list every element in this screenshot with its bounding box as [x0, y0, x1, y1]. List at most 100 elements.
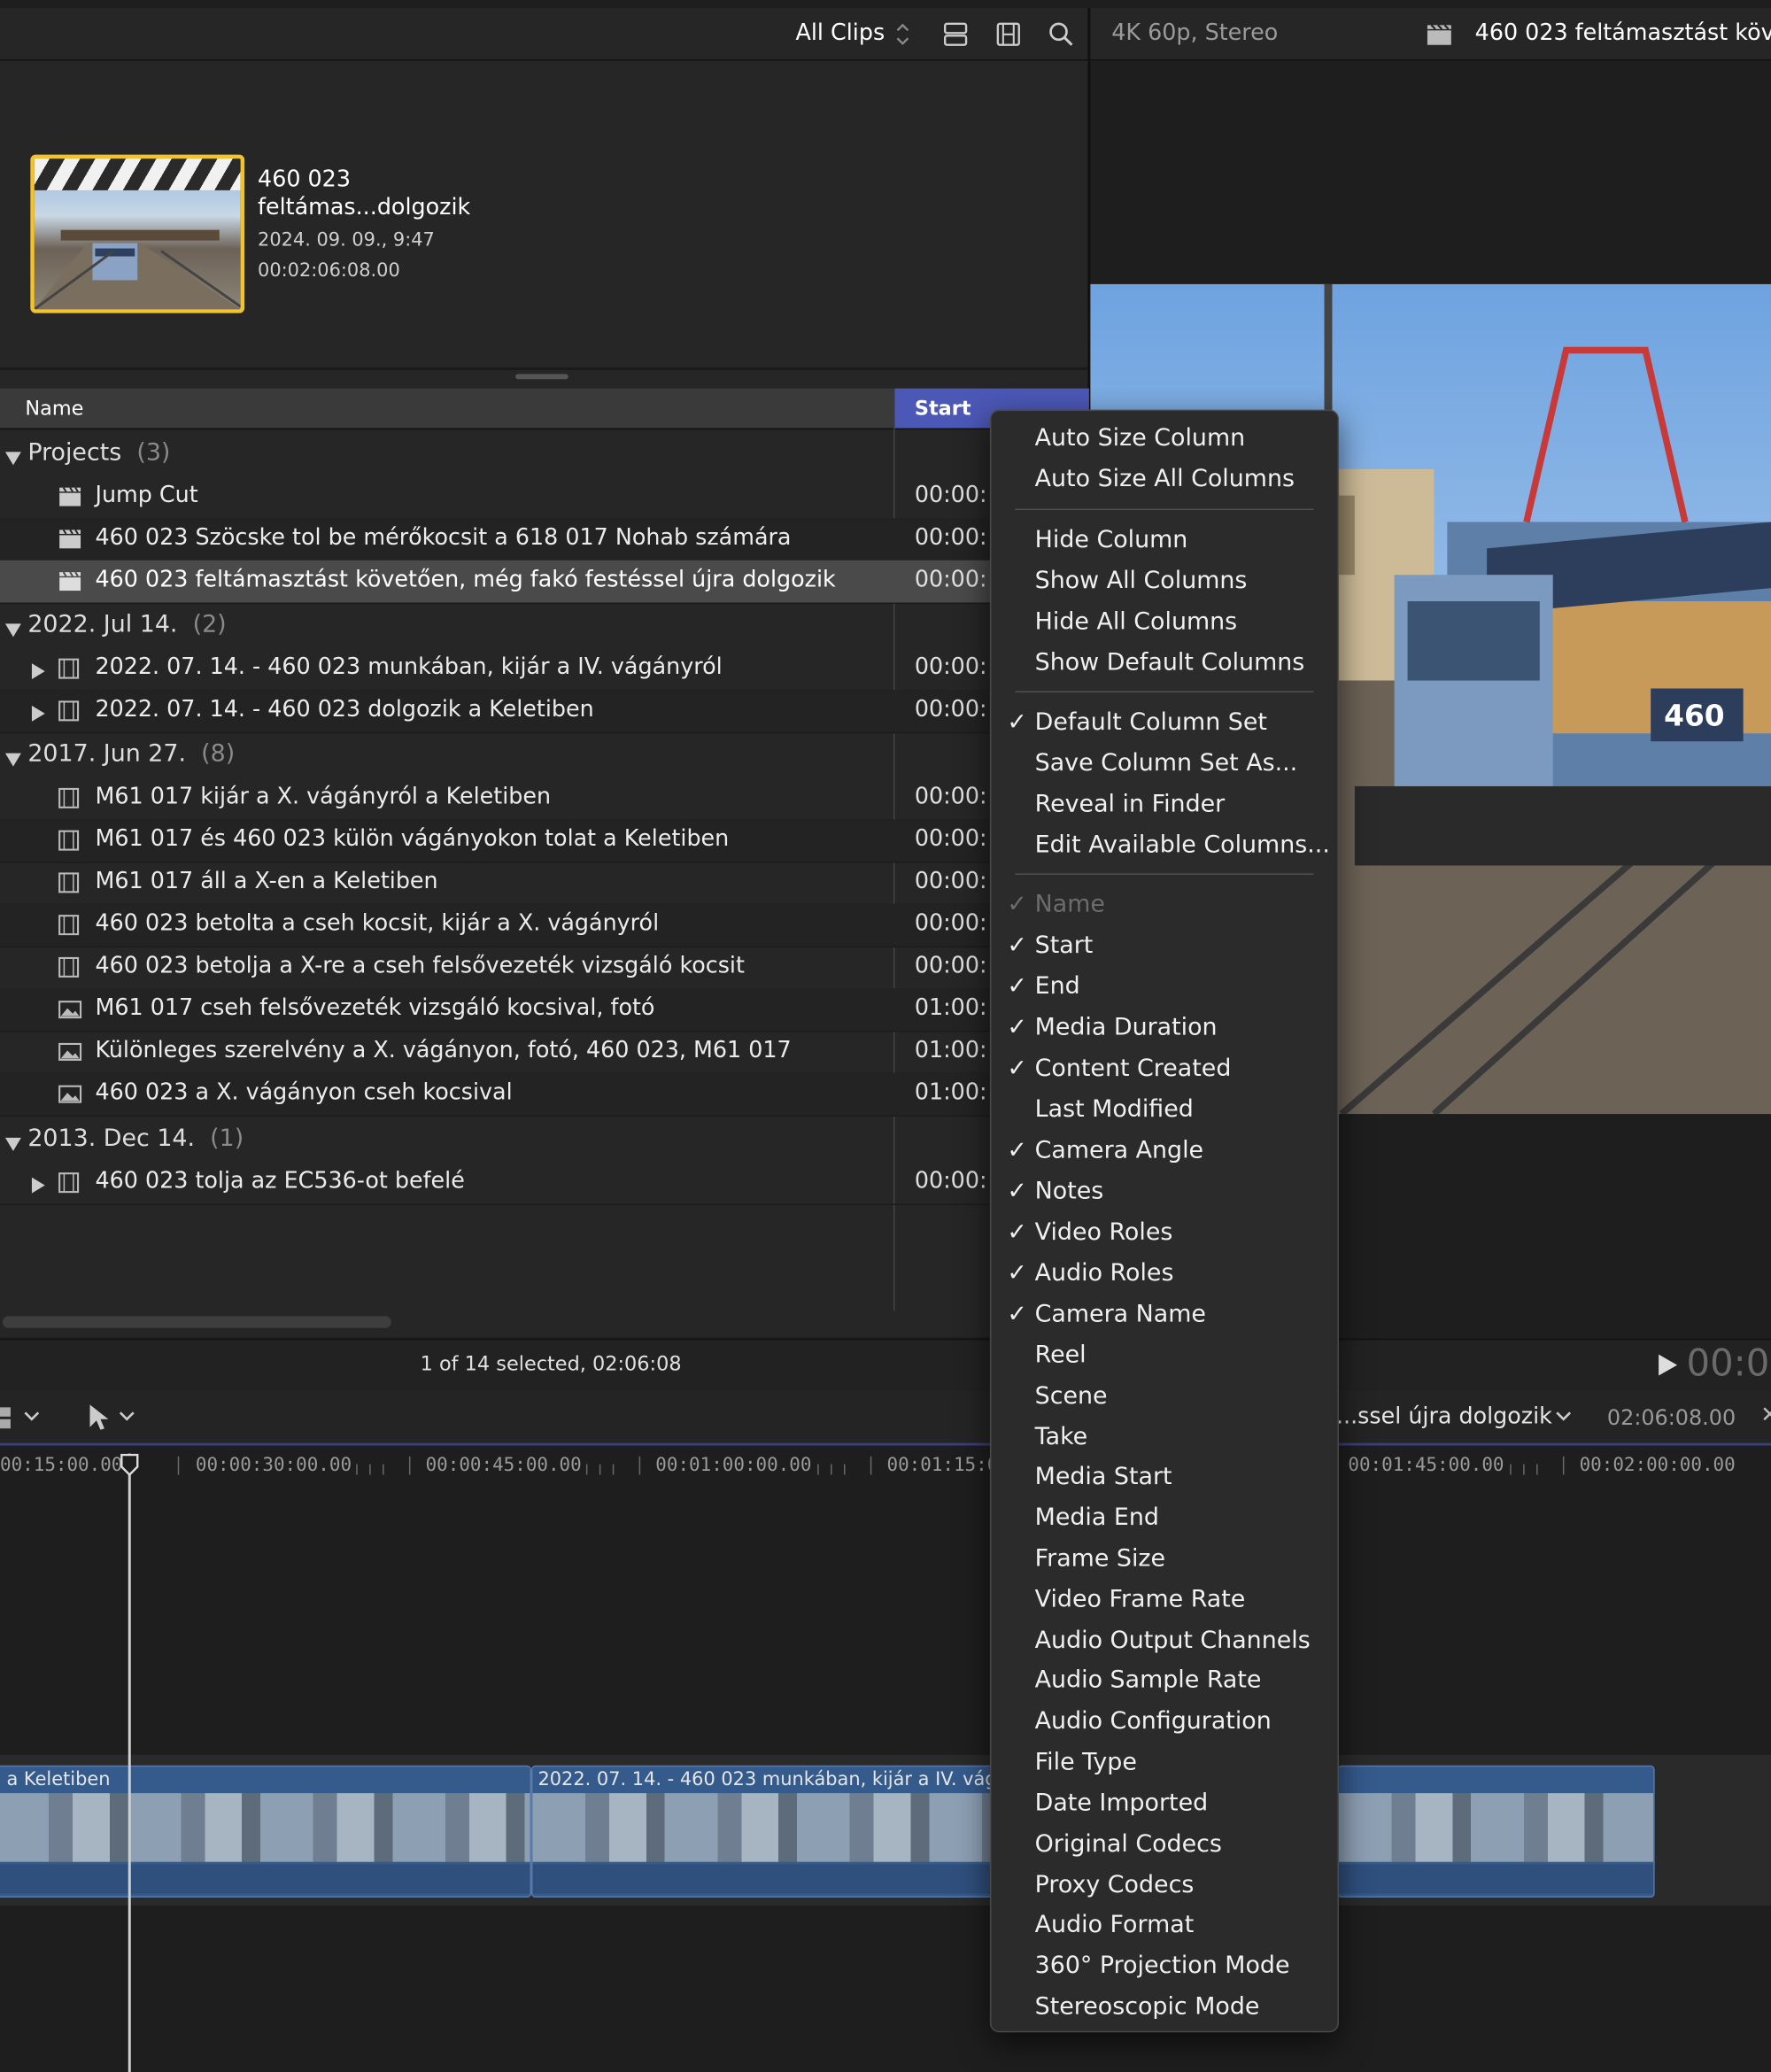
film-icon: [58, 658, 80, 684]
resize-handle[interactable]: [515, 374, 568, 380]
group-2013-dec-14[interactable]: 2013. Dec 14. (1): [0, 1118, 1089, 1161]
menu-item-auto-size-all-columns[interactable]: Auto Size All Columns: [991, 460, 1337, 499]
menu-item-audio-format[interactable]: Audio Format: [991, 1906, 1337, 1945]
list-header: Name Start: [0, 388, 1089, 430]
list-view-icon[interactable]: [942, 21, 969, 48]
disclosure-triangle-right-icon[interactable]: [31, 660, 45, 684]
menu-item-camera-angle[interactable]: ✓ Camera Angle: [991, 1131, 1337, 1171]
group-2017-jun-27[interactable]: 2017. Jun 27. (8): [0, 733, 1089, 776]
list-item-selected[interactable]: 460 023 feltámasztást követően, még fakó…: [0, 560, 1089, 605]
menu-item-video-frame-rate[interactable]: Video Frame Rate: [991, 1581, 1337, 1620]
menu-item-default-column-set[interactable]: ✓ Default Column Set: [991, 703, 1337, 743]
list-item[interactable]: M61 017 és 460 023 külön vágányokon tola…: [0, 819, 1089, 863]
menu-item-camera-name[interactable]: ✓ Camera Name: [991, 1295, 1337, 1335]
menu-item-media-duration[interactable]: ✓ Media Duration: [991, 1009, 1337, 1048]
menu-item-original-codecs[interactable]: Original Codecs: [991, 1825, 1337, 1865]
arrow-cursor-icon[interactable]: [89, 1403, 110, 1433]
chevron-down-icon[interactable]: [1556, 1411, 1572, 1422]
chevron-down-icon[interactable]: [119, 1411, 135, 1422]
filmstrip-icon[interactable]: [995, 21, 1022, 48]
disclosure-triangle-right-icon[interactable]: [31, 1173, 45, 1198]
disclosure-triangle-icon[interactable]: [4, 618, 21, 643]
menu-item-hide-all-columns[interactable]: Hide All Columns: [991, 603, 1337, 643]
disclosure-triangle-icon[interactable]: [4, 1133, 21, 1157]
menu-item-edit-available-columns[interactable]: Edit Available Columns...: [991, 826, 1337, 866]
film-icon: [58, 700, 80, 727]
viewer-format-label: 4K 60p, Stereo: [1111, 19, 1279, 47]
menu-item-reveal-in-finder[interactable]: Reveal in Finder: [991, 785, 1337, 824]
disclosure-triangle-right-icon[interactable]: [31, 701, 45, 726]
disclosure-triangle-icon[interactable]: [4, 446, 21, 471]
search-icon[interactable]: [1048, 21, 1075, 48]
primary-storyline: a Keletiben 2022. 07. 14. - 460 023 munk…: [0, 1754, 1771, 1906]
menu-item-last-modified[interactable]: Last Modified: [991, 1090, 1337, 1130]
timeline-ruler[interactable]: 00:15:00.00 00:00:30:00.00 00:00:45:00.0…: [0, 1445, 1771, 1486]
menu-item-proxy-codecs[interactable]: Proxy Codecs: [991, 1866, 1337, 1906]
clip-appearance-icon[interactable]: [0, 1404, 13, 1431]
disclosure-triangle-icon[interactable]: [4, 748, 21, 773]
menu-item-end[interactable]: ✓ End: [991, 967, 1337, 1007]
menu-item-name: ✓ Name: [1007, 890, 1105, 919]
film-icon: [58, 915, 80, 941]
menu-item-reel[interactable]: Reel: [991, 1336, 1337, 1376]
list-item[interactable]: M61 017 kijár a X. vágányról a Keletiben…: [0, 777, 1089, 821]
group-2022-jul-14[interactable]: 2022. Jul 14. (2): [0, 604, 1089, 646]
group-projects[interactable]: Projects (3): [0, 432, 1089, 475]
menu-item-video-roles[interactable]: ✓ Video Roles: [991, 1213, 1337, 1253]
clip-title-line1: 460 023: [258, 166, 351, 193]
menu-item-take[interactable]: Take: [991, 1418, 1337, 1457]
list-item[interactable]: 2022. 07. 14. - 460 023 munkában, kijár …: [0, 647, 1089, 692]
panel-divider: [0, 367, 1089, 370]
menu-item-stereoscopic-mode[interactable]: Stereoscopic Mode: [991, 1987, 1337, 2027]
menu-item-audio-roles[interactable]: ✓ Audio Roles: [991, 1254, 1337, 1294]
list-item[interactable]: 460 023 betolta a cseh kocsit, kijár a X…: [0, 903, 1089, 948]
list-item[interactable]: Különleges szerelvény a X. vágányon, fot…: [0, 1031, 1089, 1075]
list-item[interactable]: 460 023 tolja az EC536-ot befelé 00:00:: [0, 1162, 1089, 1206]
menu-item-show-default-columns[interactable]: Show Default Columns: [991, 644, 1337, 684]
timeline-project-popup[interactable]: ...ssel újra dolgozik: [1336, 1403, 1552, 1430]
list-item[interactable]: M61 017 áll a X-en a Keletiben 00:00:: [0, 862, 1089, 906]
menu-item-media-end[interactable]: Media End: [991, 1498, 1337, 1538]
menu-item-save-column-set[interactable]: Save Column Set As...: [991, 744, 1337, 784]
menu-item-date-imported[interactable]: Date Imported: [991, 1784, 1337, 1824]
play-icon[interactable]: [1658, 1353, 1679, 1377]
up-down-chevron-icon: [894, 21, 910, 48]
final-cut-window: All Clips 4K 60p, Stereo 460 023 feltáma…: [0, 0, 1771, 2072]
timeline-clip[interactable]: 2022. 07. 14. - 460 023 munkában, kijár …: [531, 1765, 1010, 1898]
menu-item-file-type[interactable]: File Type: [991, 1743, 1337, 1782]
list-item[interactable]: 460 023 betolja a X-re a cseh felsővezet…: [0, 947, 1089, 990]
menu-item-scene[interactable]: Scene: [991, 1377, 1337, 1417]
timeline-clip[interactable]: a Keletiben: [0, 1765, 532, 1898]
clip-filter-popup[interactable]: All Clips: [796, 19, 886, 46]
list-item[interactable]: M61 017 cseh felsővezeték vizsgáló kocsi…: [0, 988, 1089, 1032]
menu-item-audio-output-channels[interactable]: Audio Output Channels: [991, 1621, 1337, 1661]
list-item[interactable]: 2022. 07. 14. - 460 023 dolgozik a Kelet…: [0, 690, 1089, 734]
list-item[interactable]: 460 023 Szöcske tol be mérőkocsit a 618 …: [0, 518, 1089, 562]
viewer-timecode: 00:00: [1686, 1341, 1771, 1385]
menu-item-content-created[interactable]: ✓ Content Created: [991, 1049, 1337, 1089]
menu-item-hide-column[interactable]: Hide Column: [991, 521, 1337, 561]
column-header-name[interactable]: Name: [25, 397, 83, 421]
list-item[interactable]: 460 023 a X. vágányon cseh kocsival 01:00…: [0, 1072, 1089, 1117]
horizontal-scrollbar[interactable]: [2, 1316, 391, 1328]
playhead[interactable]: [128, 1453, 131, 2072]
menu-item-frame-size[interactable]: Frame Size: [991, 1540, 1337, 1580]
close-icon[interactable]: ✕: [1760, 1402, 1771, 1428]
timeline-clip[interactable]: [1337, 1765, 1655, 1898]
menu-item-show-all-columns[interactable]: Show All Columns: [991, 561, 1337, 601]
menu-item-start[interactable]: ✓ Start: [991, 926, 1337, 966]
menu-item-360-projection-mode[interactable]: 360° Projection Mode: [991, 1946, 1337, 1986]
film-icon: [58, 872, 80, 899]
menu-item-audio-configuration[interactable]: Audio Configuration: [991, 1702, 1337, 1742]
menu-item-audio-sample-rate[interactable]: Audio Sample Rate: [991, 1661, 1337, 1701]
menu-item-media-start[interactable]: Media Start: [991, 1457, 1337, 1497]
playhead-marker-icon[interactable]: [120, 1453, 139, 1478]
group-label: 2013. Dec 14. (1): [27, 1124, 244, 1153]
group-label: Projects (3): [27, 438, 171, 467]
selected-clip-thumbnail[interactable]: [30, 154, 245, 313]
menu-item-notes[interactable]: ✓ Notes: [991, 1172, 1337, 1212]
clip-title-line2: feltámas...dolgozik: [258, 194, 471, 221]
menu-item-auto-size-column[interactable]: Auto Size Column: [991, 419, 1337, 459]
chevron-down-icon[interactable]: [24, 1411, 40, 1422]
list-item[interactable]: Jump Cut 00:00:: [0, 475, 1089, 520]
